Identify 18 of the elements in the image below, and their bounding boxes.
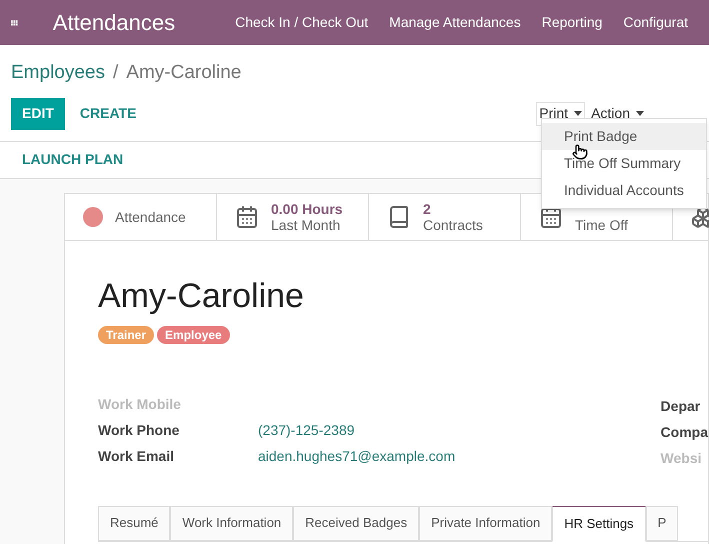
tag: Employee	[157, 326, 230, 344]
tag: Trainer	[98, 326, 154, 344]
field-label: Websi	[660, 448, 703, 466]
app-title: Attendances	[52, 9, 176, 37]
stat-label: Attendance	[115, 208, 186, 224]
stat-label: Time Off	[575, 216, 628, 232]
field-label: Work Mobile	[98, 395, 182, 414]
field-label: Work Phone	[98, 421, 180, 440]
field-label: Depar	[660, 396, 702, 414]
employee-name: Amy-Caroline	[98, 276, 305, 316]
stat-label: Contracts	[423, 216, 483, 232]
breadcrumb-separator: /	[113, 61, 118, 85]
field-label: Work Email	[98, 447, 175, 466]
field-label: Compa	[660, 422, 708, 440]
stat-value: 0.00 Hours	[271, 200, 343, 216]
breadcrumb-current: Amy-Caroline	[126, 61, 242, 85]
stat-value: 2	[423, 200, 432, 216]
stat-label: Last Month	[271, 216, 342, 232]
